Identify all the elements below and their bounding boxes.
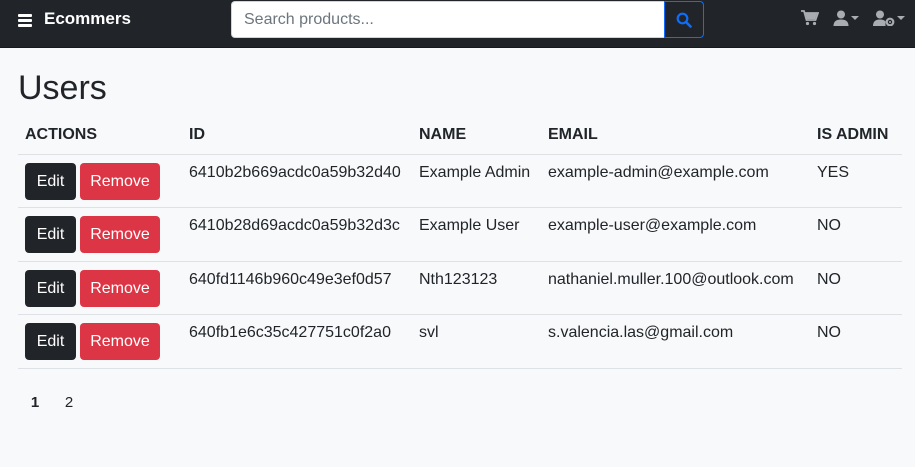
- user-is-admin: NO: [810, 314, 902, 369]
- cart-icon[interactable]: [801, 10, 819, 26]
- menu-icon[interactable]: [18, 13, 32, 27]
- header-email: EMAIL: [541, 116, 810, 155]
- search-button[interactable]: [664, 1, 704, 38]
- table-row: Edit Remove 6410b2b669acdc0a59b32d40 Exam…: [18, 154, 902, 208]
- actions-cell: Edit Remove: [18, 261, 182, 315]
- search-input[interactable]: [231, 1, 664, 38]
- table-row: Edit Remove 640fd1146b960c49e3ef0d57 Nth1…: [18, 261, 902, 315]
- header-id: ID: [182, 116, 412, 155]
- edit-button[interactable]: Edit: [25, 216, 76, 253]
- remove-button[interactable]: Remove: [80, 323, 160, 360]
- user-icon: [833, 10, 849, 26]
- remove-button[interactable]: Remove: [80, 162, 160, 200]
- pagination: 1 2: [18, 390, 86, 416]
- actions-cell: Edit Remove: [18, 207, 182, 262]
- user-email: s.valencia.las@gmail.com: [541, 314, 810, 369]
- user-id: 6410b2b669acdc0a59b32d40: [182, 154, 412, 208]
- user-email: example-admin@example.com: [541, 154, 810, 208]
- edit-button[interactable]: Edit: [25, 269, 76, 307]
- table-header-row: ACTIONS ID NAME EMAIL IS ADMIN: [18, 116, 902, 155]
- user-name: Example User: [412, 207, 541, 262]
- remove-button[interactable]: Remove: [80, 269, 160, 307]
- brand-logo-text[interactable]: Ecommers: [44, 9, 131, 29]
- user-name: Example Admin: [412, 154, 541, 208]
- actions-cell: Edit Remove: [18, 314, 182, 369]
- user-is-admin: YES: [810, 154, 902, 208]
- chevron-down-icon: [851, 16, 859, 20]
- chevron-down-icon: [897, 16, 905, 20]
- header-name: NAME: [412, 116, 541, 155]
- remove-button[interactable]: Remove: [80, 216, 160, 253]
- table-row: Edit Remove 640fb1e6c35c427751c0f2a0 svl …: [18, 314, 902, 369]
- user-id: 640fd1146b960c49e3ef0d57: [182, 261, 412, 315]
- user-email: example-user@example.com: [541, 207, 810, 262]
- user-is-admin: NO: [810, 207, 902, 262]
- user-email: nathaniel.muller.100@outlook.com: [541, 261, 810, 315]
- page-link-1[interactable]: 1: [18, 390, 52, 416]
- table-row: Edit Remove 6410b28d69acdc0a59b32d3c Exam…: [18, 207, 902, 262]
- user-name: Nth123123: [412, 261, 541, 315]
- user-id: 6410b28d69acdc0a59b32d3c: [182, 207, 412, 262]
- header-is-admin: IS ADMIN: [810, 116, 902, 155]
- header-actions: ACTIONS: [18, 116, 182, 155]
- users-table: ACTIONS ID NAME EMAIL IS ADMIN Edit Remov…: [18, 116, 902, 369]
- user-is-admin: NO: [810, 261, 902, 315]
- search-icon: [676, 12, 692, 28]
- user-menu-dropdown[interactable]: [833, 10, 859, 26]
- user-name: svl: [412, 314, 541, 369]
- edit-button[interactable]: Edit: [25, 323, 76, 360]
- page-title: Users: [18, 69, 107, 107]
- admin-menu-dropdown[interactable]: [873, 10, 905, 26]
- page-link-2[interactable]: 2: [52, 390, 86, 416]
- admin-icon: [873, 10, 895, 26]
- edit-button[interactable]: Edit: [25, 162, 76, 200]
- user-id: 640fb1e6c35c427751c0f2a0: [182, 314, 412, 369]
- navbar: Ecommers: [0, 0, 915, 48]
- actions-cell: Edit Remove: [18, 154, 182, 208]
